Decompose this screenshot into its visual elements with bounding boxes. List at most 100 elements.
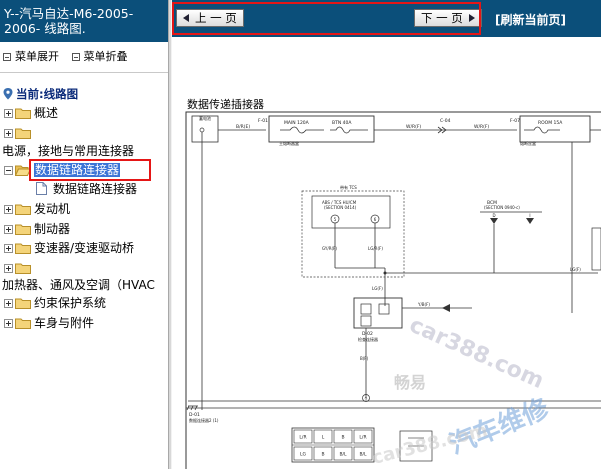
highlight-box	[29, 159, 151, 181]
expand-toggle-icon[interactable]	[4, 299, 13, 308]
fuse-box-label: 熔断丝盒	[520, 140, 536, 146]
expand-icon	[3, 53, 11, 61]
watermark-text: 畅易	[394, 373, 426, 392]
wiring-diagram: 蓄电池 B/R(E) F-01 MAIN 120A BTN 40A 主熔断器盒 …	[185, 111, 601, 469]
fuse-symbol	[524, 126, 560, 134]
refresh-page-link[interactable]: [刷新当前页]	[495, 11, 566, 28]
expand-toggle-icon[interactable]	[4, 264, 13, 273]
wire-color-label: W/R(F)	[474, 124, 489, 130]
folder-icon	[15, 224, 31, 235]
tree-item-label[interactable]: 发动机	[34, 202, 70, 216]
folder-icon	[15, 298, 31, 309]
module-edge	[591, 227, 601, 271]
pin-icon	[360, 315, 372, 327]
wire-color-label: B(F)	[360, 356, 369, 361]
tree-item-label[interactable]: 加热器、通风及空调（HVAC	[2, 278, 155, 292]
connector-pin-label: B/L	[339, 452, 347, 458]
tree-item-body[interactable]: 车身与附件	[0, 314, 94, 332]
pin-icon	[360, 303, 372, 315]
tree-item-label[interactable]: 制动器	[34, 222, 70, 236]
pin-icon	[378, 303, 390, 315]
wire-color-label: B/R(E)	[236, 124, 250, 130]
tree-item-label[interactable]: 概述	[34, 106, 58, 120]
tree-item-label[interactable]: 数据链路连接器	[53, 182, 137, 196]
connector-name-label: 数据连接器2 (1)	[189, 417, 219, 423]
pin-label: I	[529, 213, 530, 218]
tree-item-engine[interactable]: 发动机	[0, 200, 70, 218]
tree-item-brakes[interactable]: 制动器	[0, 220, 70, 238]
current-location-label: 当前:线路图	[16, 87, 79, 101]
tree-item-dlc-page[interactable]: 数据链路连接器	[36, 180, 137, 198]
fuse-label: ROOM 15A	[538, 120, 563, 126]
folder-icon	[15, 318, 31, 329]
connector-pin-label: B	[341, 435, 344, 441]
manual-title-line2: 2006- 线路图.	[4, 21, 86, 36]
highlight-box	[172, 2, 481, 35]
wire-color-label: LG(F)	[570, 267, 581, 272]
terminal-icon	[199, 127, 205, 133]
folder-icon	[15, 243, 31, 254]
tree-item-unnamed-2[interactable]	[0, 259, 34, 277]
connector-pin-label: L	[322, 435, 325, 441]
folder-icon	[15, 128, 31, 139]
pin-label: D	[492, 213, 495, 218]
wire-color-label: LG(F)	[372, 286, 383, 291]
wire-color-label: GY/R(F)	[322, 246, 337, 251]
tree-item-overview[interactable]: 概述	[0, 104, 58, 122]
fuse-label: BTN 40A	[332, 120, 352, 126]
fuse-box-2	[519, 115, 591, 143]
tree-item-restraints[interactable]: 约束保护系统	[0, 294, 106, 312]
connector-pin-label: B/L	[359, 452, 367, 458]
expand-toggle-icon[interactable]	[4, 129, 13, 138]
expand-toggle-icon[interactable]	[4, 244, 13, 253]
app-window: Y--汽马自达-M6-2005- 2006- 线路图. 菜单展开 菜单折叠 当前…	[0, 0, 601, 469]
expand-toggle-icon[interactable]	[4, 225, 13, 234]
menu-collapse-link[interactable]: 菜单折叠	[84, 50, 128, 63]
sidebar: Y--汽马自达-M6-2005- 2006- 线路图. 菜单展开 菜单折叠 当前…	[0, 0, 168, 469]
pin-label: 5	[334, 217, 337, 222]
pin-label: 6	[374, 217, 377, 222]
fuse-label: MAIN 120A	[284, 120, 310, 126]
ground-label: G	[365, 397, 368, 401]
fuse-box-label: 主熔断器盒	[279, 140, 299, 146]
folder-icon	[15, 263, 31, 274]
fuse-symbol	[280, 126, 324, 134]
tree-item-label[interactable]: 电源，接地与常用连接器	[2, 144, 134, 158]
expand-toggle-icon[interactable]	[4, 319, 13, 328]
watermark-text: car388.com	[370, 420, 489, 469]
manual-title-line1: Y--汽马自达-M6-2005-	[4, 6, 134, 21]
collapse-toggle-icon[interactable]	[4, 166, 13, 175]
option-label: 带有 TCS	[340, 184, 357, 190]
connector-name-label: 检查连接器	[358, 336, 378, 342]
sidebar-divider	[0, 72, 168, 73]
wire-color-label: Y/B(F)	[417, 302, 430, 307]
tree-item-label[interactable]: 车身与附件	[34, 316, 94, 330]
tree-item-unnamed[interactable]	[0, 124, 34, 142]
tree-item-label[interactable]: 变速器/变速驱动桥	[34, 241, 134, 255]
section-label: (SECTION 0940-c)	[484, 205, 520, 210]
connector-pin-label: B	[321, 452, 324, 458]
connector-pin-label: L/R	[359, 435, 366, 441]
menu-expand-link[interactable]: 菜单展开	[15, 50, 59, 63]
tree-item-power-ground[interactable]: 电源，接地与常用连接器	[2, 142, 134, 160]
folder-icon	[15, 108, 31, 119]
connector-id-label: F-07	[510, 118, 520, 124]
expand-toggle-icon[interactable]	[4, 109, 13, 118]
fuse-symbol	[330, 126, 368, 134]
folder-icon	[15, 204, 31, 215]
pin-icon	[526, 218, 534, 224]
tree-item-hvac[interactable]: 加热器、通风及空调（HVAC	[2, 276, 155, 294]
tree-item-transmission[interactable]: 变速器/变速驱动桥	[0, 239, 134, 257]
wire-color-label: LG/R(F)	[368, 246, 383, 251]
battery-label: 蓄电池	[199, 115, 211, 121]
connector-id-label: C-04	[440, 118, 451, 124]
connector-pin-label: L/R	[299, 435, 306, 441]
tree-item-label[interactable]: 约束保护系统	[34, 296, 106, 310]
expand-toggle-icon[interactable]	[4, 205, 13, 214]
page-nav-bar: 上 一 页 下 一 页 [刷新当前页]	[172, 0, 601, 37]
section-label: (SECTION 0414)	[324, 205, 357, 210]
pin-icon	[490, 218, 498, 224]
main-fuse-box	[268, 115, 375, 143]
manual-title: Y--汽马自达-M6-2005- 2006- 线路图.	[0, 0, 168, 42]
connector-pin-label: LG	[300, 452, 307, 458]
